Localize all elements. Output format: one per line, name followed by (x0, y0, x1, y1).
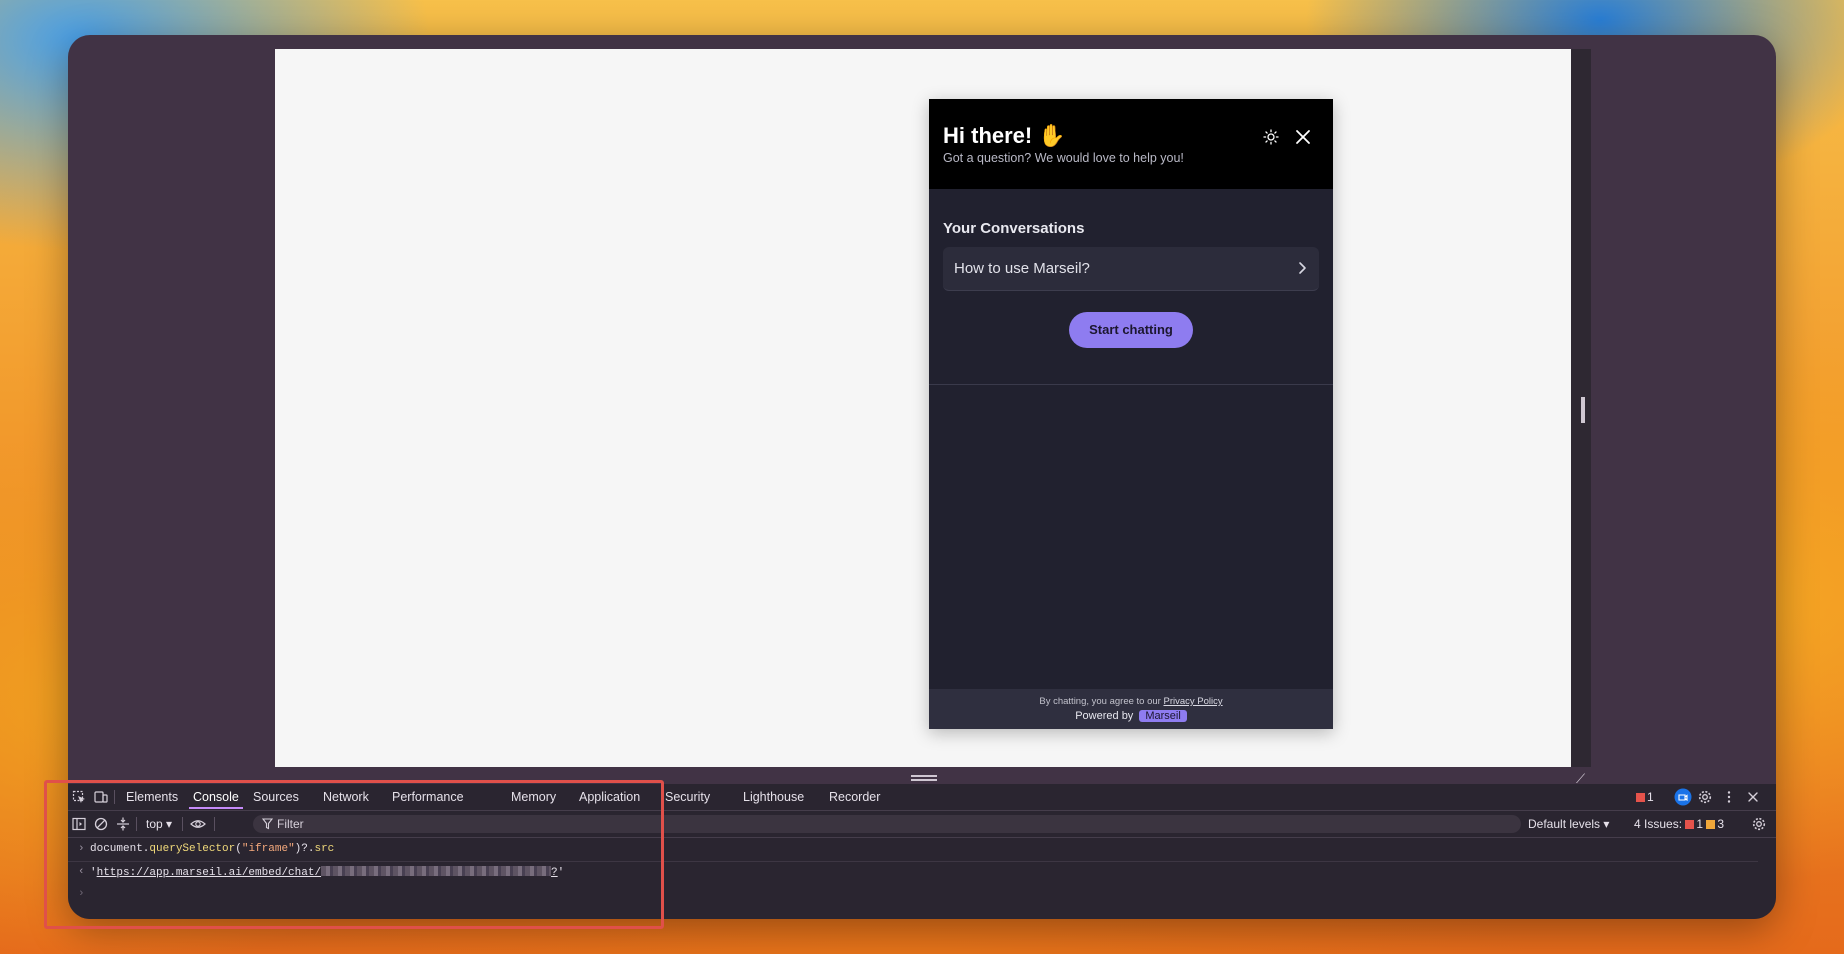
sun-icon[interactable] (1263, 129, 1279, 145)
divider (929, 384, 1333, 385)
tab-security[interactable]: Security (665, 790, 710, 804)
tab-lighthouse[interactable]: Lighthouse (743, 790, 804, 804)
error-count: 1 (1647, 790, 1654, 804)
log-levels-dropdown[interactable]: Default levels ▾ (1528, 817, 1609, 831)
issues-warnings: 3 (1717, 817, 1725, 831)
conversation-item-label: How to use Marseil? (954, 260, 1090, 277)
issues-label: 4 Issues: (1634, 817, 1683, 831)
agreement-text: By chatting, you agree to our Privacy Po… (929, 696, 1333, 707)
conversations-heading: Your Conversations (943, 220, 1085, 237)
issue-warning-icon (1706, 820, 1716, 829)
tab-recorder[interactable]: Recorder (829, 790, 880, 804)
highlight-annotation (44, 780, 664, 929)
widget-subtitle: Got a question? We would love to help yo… (943, 151, 1184, 165)
issues-counter[interactable]: 4 Issues: 1 3 (1634, 817, 1724, 831)
widget-header: Hi there! ✋ Got a question? We would lov… (929, 99, 1333, 189)
devtools-drag-handle-icon[interactable] (911, 775, 937, 781)
widget-title: Hi there! ✋ (943, 123, 1066, 148)
powered-by: Powered by Marseil (929, 710, 1333, 722)
console-settings-gear-icon[interactable] (1752, 817, 1766, 831)
powered-by-label: Powered by (1075, 710, 1134, 722)
error-count-badge[interactable]: 1 (1636, 790, 1654, 804)
close-icon[interactable] (1295, 129, 1311, 145)
settings-gear-icon[interactable] (1698, 790, 1712, 804)
page-viewport: Hi there! ✋ Got a question? We would lov… (275, 49, 1571, 767)
chat-widget: Hi there! ✋ Got a question? We would lov… (929, 99, 1333, 729)
resize-handle-icon[interactable] (1581, 397, 1585, 423)
privacy-policy-link[interactable]: Privacy Policy (1163, 696, 1222, 707)
close-devtools-icon[interactable] (1746, 790, 1760, 804)
agreement-label: By chatting, you agree to our (1039, 696, 1161, 707)
chevron-right-icon (1299, 262, 1306, 274)
more-options-icon[interactable] (1722, 790, 1736, 804)
start-chatting-button[interactable]: Start chatting (1069, 312, 1193, 348)
issues-errors: 1 (1696, 817, 1704, 831)
ai-assistance-icon[interactable] (1674, 788, 1692, 806)
error-icon (1636, 793, 1645, 802)
issue-error-icon (1685, 820, 1695, 829)
brand-badge[interactable]: Marseil (1139, 710, 1187, 722)
conversation-item[interactable]: How to use Marseil? (943, 247, 1319, 291)
widget-footer: By chatting, you agree to our Privacy Po… (929, 689, 1333, 729)
